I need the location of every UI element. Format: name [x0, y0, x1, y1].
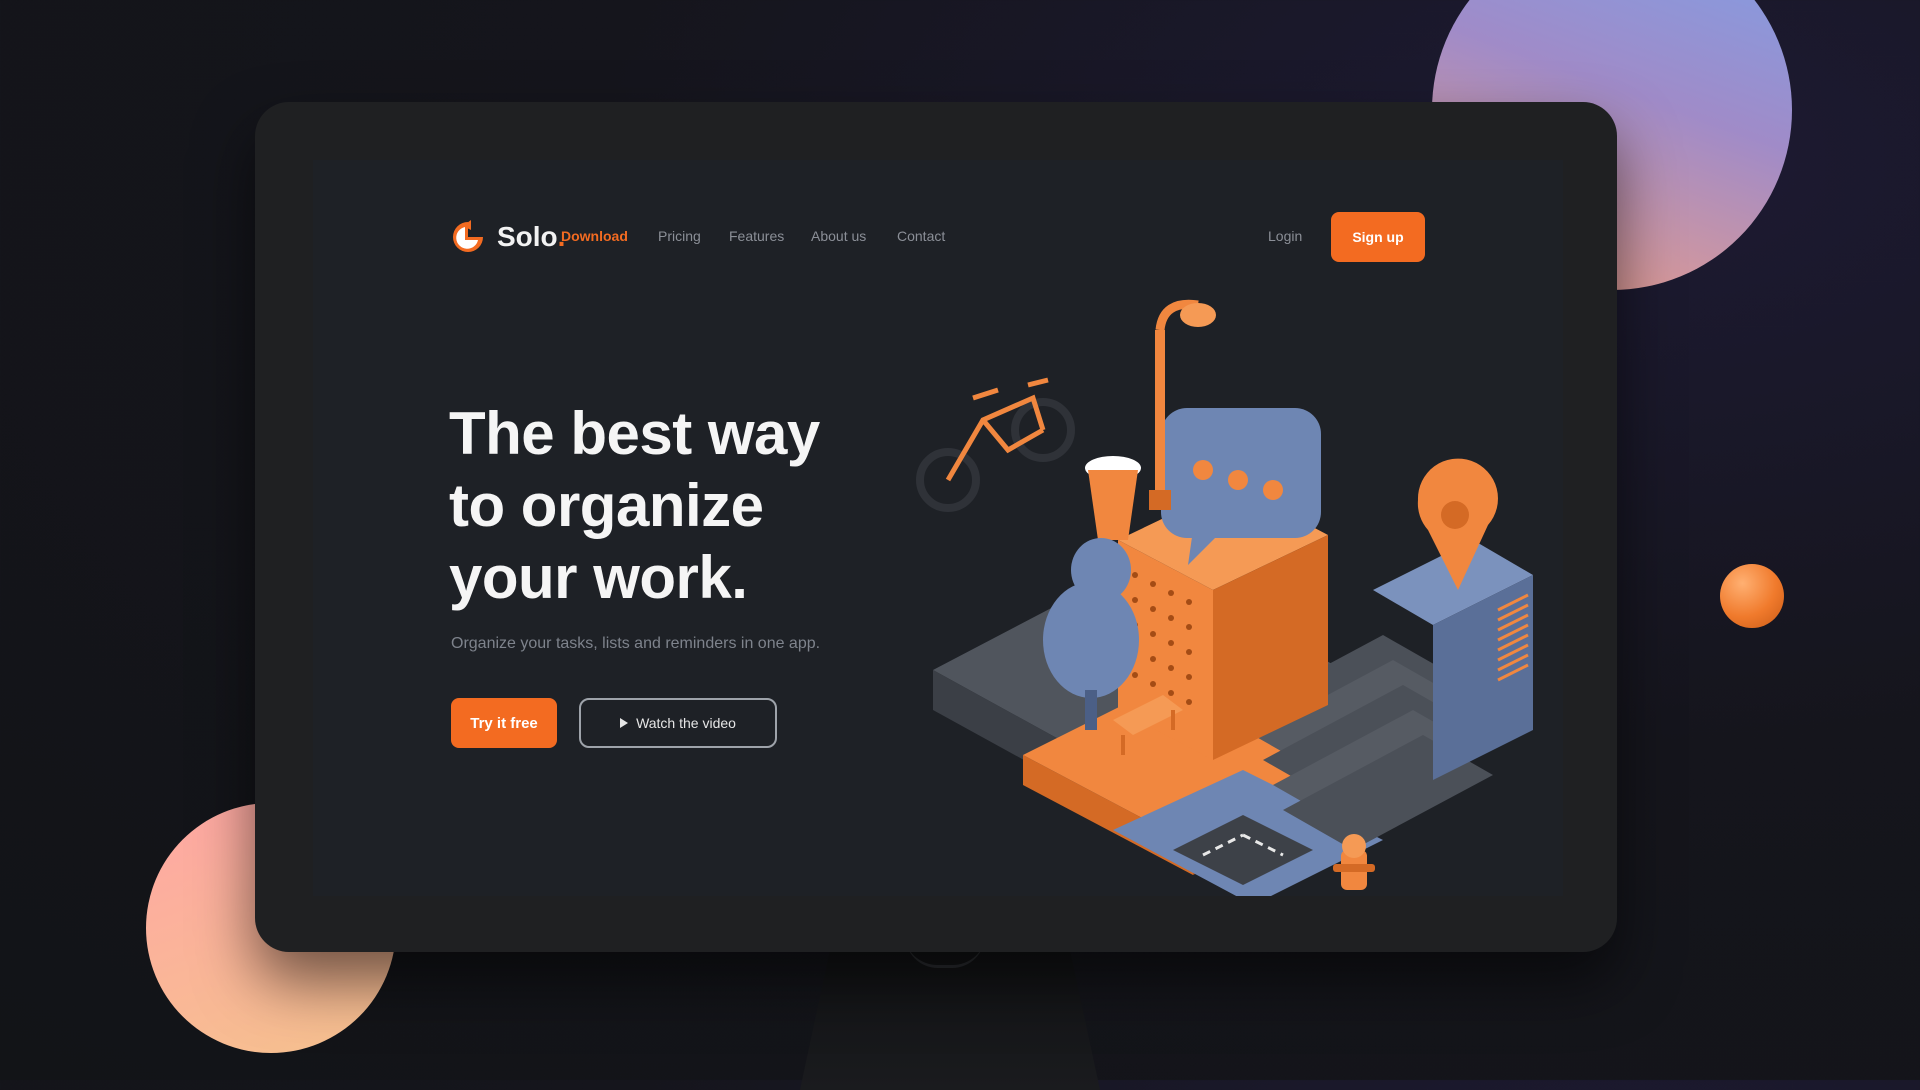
try-free-button[interactable]: Try it free: [451, 698, 557, 748]
nav-download[interactable]: Download: [561, 228, 628, 244]
watch-video-button[interactable]: Watch the video: [579, 698, 777, 748]
coffee-cup-icon: [1085, 456, 1141, 540]
nav-about-us[interactable]: About us: [811, 228, 866, 244]
play-icon: [620, 718, 629, 728]
hero-headline: The best way to organize your work.: [449, 398, 909, 614]
headline-line: to organize: [449, 472, 764, 539]
top-navigation: Solo. Download Pricing Features About us…: [313, 210, 1563, 266]
watch-video-label: Watch the video: [636, 715, 736, 731]
monitor-frame: Solo. Download Pricing Features About us…: [255, 102, 1617, 952]
nav-contact[interactable]: Contact: [897, 228, 945, 244]
decorative-orange-orb: [1720, 564, 1784, 628]
brand-name: Solo: [497, 221, 558, 252]
hero-subtext: Organize your tasks, lists and reminders…: [451, 635, 821, 652]
nav-features[interactable]: Features: [729, 228, 784, 244]
headline-line: The best way: [449, 400, 820, 467]
signup-button[interactable]: Sign up: [1331, 212, 1425, 262]
nav-pricing[interactable]: Pricing: [658, 228, 701, 244]
headline-line: your work.: [449, 544, 748, 611]
login-link[interactable]: Login: [1268, 228, 1302, 244]
bicycle: [916, 377, 1075, 512]
website-screen: Solo. Download Pricing Features About us…: [313, 160, 1563, 896]
brand-logo[interactable]: Solo.: [449, 218, 565, 256]
logo-mark-icon: [449, 218, 487, 256]
isometric-city-illustration: [913, 290, 1563, 896]
monitor-stand: [800, 950, 1100, 1090]
